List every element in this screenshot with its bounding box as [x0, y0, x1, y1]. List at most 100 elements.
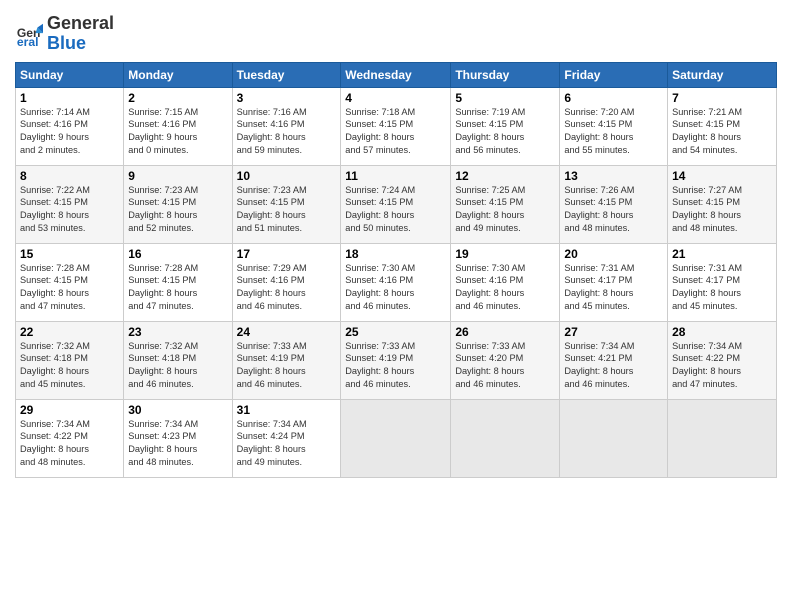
- day-cell: 6Sunrise: 7:20 AM Sunset: 4:15 PM Daylig…: [560, 87, 668, 165]
- day-cell: 12Sunrise: 7:25 AM Sunset: 4:15 PM Dayli…: [451, 165, 560, 243]
- day-number: 10: [237, 169, 337, 183]
- day-cell: 30Sunrise: 7:34 AM Sunset: 4:23 PM Dayli…: [124, 399, 232, 477]
- day-number: 31: [237, 403, 337, 417]
- day-cell: [560, 399, 668, 477]
- day-info: Sunrise: 7:34 AM Sunset: 4:24 PM Dayligh…: [237, 418, 337, 470]
- day-cell: 15Sunrise: 7:28 AM Sunset: 4:15 PM Dayli…: [16, 243, 124, 321]
- day-info: Sunrise: 7:22 AM Sunset: 4:15 PM Dayligh…: [20, 184, 119, 236]
- day-info: Sunrise: 7:32 AM Sunset: 4:18 PM Dayligh…: [20, 340, 119, 392]
- day-cell: 22Sunrise: 7:32 AM Sunset: 4:18 PM Dayli…: [16, 321, 124, 399]
- day-cell: 16Sunrise: 7:28 AM Sunset: 4:15 PM Dayli…: [124, 243, 232, 321]
- day-info: Sunrise: 7:31 AM Sunset: 4:17 PM Dayligh…: [672, 262, 772, 314]
- day-info: Sunrise: 7:23 AM Sunset: 4:15 PM Dayligh…: [237, 184, 337, 236]
- day-cell: 31Sunrise: 7:34 AM Sunset: 4:24 PM Dayli…: [232, 399, 341, 477]
- day-cell: 19Sunrise: 7:30 AM Sunset: 4:16 PM Dayli…: [451, 243, 560, 321]
- day-number: 5: [455, 91, 555, 105]
- week-row-4: 22Sunrise: 7:32 AM Sunset: 4:18 PM Dayli…: [16, 321, 777, 399]
- day-info: Sunrise: 7:20 AM Sunset: 4:15 PM Dayligh…: [564, 106, 663, 158]
- col-header-saturday: Saturday: [668, 62, 777, 87]
- header: Gen eral General Blue: [15, 10, 777, 54]
- day-number: 19: [455, 247, 555, 261]
- day-info: Sunrise: 7:31 AM Sunset: 4:17 PM Dayligh…: [564, 262, 663, 314]
- day-cell: 26Sunrise: 7:33 AM Sunset: 4:20 PM Dayli…: [451, 321, 560, 399]
- day-number: 27: [564, 325, 663, 339]
- logo-icon: Gen eral: [15, 20, 43, 48]
- day-number: 6: [564, 91, 663, 105]
- day-number: 24: [237, 325, 337, 339]
- day-number: 23: [128, 325, 227, 339]
- logo: Gen eral General Blue: [15, 14, 114, 54]
- week-row-5: 29Sunrise: 7:34 AM Sunset: 4:22 PM Dayli…: [16, 399, 777, 477]
- day-cell: [451, 399, 560, 477]
- day-info: Sunrise: 7:14 AM Sunset: 4:16 PM Dayligh…: [20, 106, 119, 158]
- day-cell: [341, 399, 451, 477]
- day-info: Sunrise: 7:25 AM Sunset: 4:15 PM Dayligh…: [455, 184, 555, 236]
- day-cell: 9Sunrise: 7:23 AM Sunset: 4:15 PM Daylig…: [124, 165, 232, 243]
- day-number: 17: [237, 247, 337, 261]
- day-cell: 28Sunrise: 7:34 AM Sunset: 4:22 PM Dayli…: [668, 321, 777, 399]
- logo-text: General Blue: [47, 14, 114, 54]
- day-cell: 4Sunrise: 7:18 AM Sunset: 4:15 PM Daylig…: [341, 87, 451, 165]
- day-number: 3: [237, 91, 337, 105]
- day-number: 8: [20, 169, 119, 183]
- column-headers: SundayMondayTuesdayWednesdayThursdayFrid…: [16, 62, 777, 87]
- week-row-3: 15Sunrise: 7:28 AM Sunset: 4:15 PM Dayli…: [16, 243, 777, 321]
- day-number: 28: [672, 325, 772, 339]
- day-number: 18: [345, 247, 446, 261]
- day-cell: 5Sunrise: 7:19 AM Sunset: 4:15 PM Daylig…: [451, 87, 560, 165]
- day-cell: 1Sunrise: 7:14 AM Sunset: 4:16 PM Daylig…: [16, 87, 124, 165]
- day-cell: 14Sunrise: 7:27 AM Sunset: 4:15 PM Dayli…: [668, 165, 777, 243]
- day-info: Sunrise: 7:32 AM Sunset: 4:18 PM Dayligh…: [128, 340, 227, 392]
- day-cell: 10Sunrise: 7:23 AM Sunset: 4:15 PM Dayli…: [232, 165, 341, 243]
- day-info: Sunrise: 7:34 AM Sunset: 4:21 PM Dayligh…: [564, 340, 663, 392]
- day-info: Sunrise: 7:28 AM Sunset: 4:15 PM Dayligh…: [20, 262, 119, 314]
- col-header-sunday: Sunday: [16, 62, 124, 87]
- day-info: Sunrise: 7:30 AM Sunset: 4:16 PM Dayligh…: [345, 262, 446, 314]
- day-info: Sunrise: 7:18 AM Sunset: 4:15 PM Dayligh…: [345, 106, 446, 158]
- day-info: Sunrise: 7:34 AM Sunset: 4:23 PM Dayligh…: [128, 418, 227, 470]
- day-cell: 7Sunrise: 7:21 AM Sunset: 4:15 PM Daylig…: [668, 87, 777, 165]
- day-number: 7: [672, 91, 772, 105]
- day-number: 30: [128, 403, 227, 417]
- day-number: 29: [20, 403, 119, 417]
- day-info: Sunrise: 7:34 AM Sunset: 4:22 PM Dayligh…: [672, 340, 772, 392]
- day-number: 25: [345, 325, 446, 339]
- day-info: Sunrise: 7:29 AM Sunset: 4:16 PM Dayligh…: [237, 262, 337, 314]
- week-row-1: 1Sunrise: 7:14 AM Sunset: 4:16 PM Daylig…: [16, 87, 777, 165]
- day-number: 11: [345, 169, 446, 183]
- day-cell: 27Sunrise: 7:34 AM Sunset: 4:21 PM Dayli…: [560, 321, 668, 399]
- col-header-tuesday: Tuesday: [232, 62, 341, 87]
- day-number: 15: [20, 247, 119, 261]
- day-cell: 24Sunrise: 7:33 AM Sunset: 4:19 PM Dayli…: [232, 321, 341, 399]
- day-info: Sunrise: 7:33 AM Sunset: 4:19 PM Dayligh…: [237, 340, 337, 392]
- day-number: 14: [672, 169, 772, 183]
- day-info: Sunrise: 7:33 AM Sunset: 4:19 PM Dayligh…: [345, 340, 446, 392]
- calendar-table: SundayMondayTuesdayWednesdayThursdayFrid…: [15, 62, 777, 478]
- day-number: 16: [128, 247, 227, 261]
- day-number: 20: [564, 247, 663, 261]
- day-info: Sunrise: 7:27 AM Sunset: 4:15 PM Dayligh…: [672, 184, 772, 236]
- day-cell: 25Sunrise: 7:33 AM Sunset: 4:19 PM Dayli…: [341, 321, 451, 399]
- day-cell: 11Sunrise: 7:24 AM Sunset: 4:15 PM Dayli…: [341, 165, 451, 243]
- col-header-friday: Friday: [560, 62, 668, 87]
- day-cell: [668, 399, 777, 477]
- day-info: Sunrise: 7:33 AM Sunset: 4:20 PM Dayligh…: [455, 340, 555, 392]
- day-cell: 21Sunrise: 7:31 AM Sunset: 4:17 PM Dayli…: [668, 243, 777, 321]
- day-info: Sunrise: 7:16 AM Sunset: 4:16 PM Dayligh…: [237, 106, 337, 158]
- day-number: 21: [672, 247, 772, 261]
- day-info: Sunrise: 7:26 AM Sunset: 4:15 PM Dayligh…: [564, 184, 663, 236]
- col-header-thursday: Thursday: [451, 62, 560, 87]
- day-info: Sunrise: 7:28 AM Sunset: 4:15 PM Dayligh…: [128, 262, 227, 314]
- page-container: Gen eral General Blue SundayMondayTuesda…: [0, 0, 792, 483]
- day-info: Sunrise: 7:34 AM Sunset: 4:22 PM Dayligh…: [20, 418, 119, 470]
- day-info: Sunrise: 7:21 AM Sunset: 4:15 PM Dayligh…: [672, 106, 772, 158]
- day-info: Sunrise: 7:19 AM Sunset: 4:15 PM Dayligh…: [455, 106, 555, 158]
- calendar-body: 1Sunrise: 7:14 AM Sunset: 4:16 PM Daylig…: [16, 87, 777, 477]
- day-cell: 13Sunrise: 7:26 AM Sunset: 4:15 PM Dayli…: [560, 165, 668, 243]
- day-cell: 20Sunrise: 7:31 AM Sunset: 4:17 PM Dayli…: [560, 243, 668, 321]
- day-cell: 8Sunrise: 7:22 AM Sunset: 4:15 PM Daylig…: [16, 165, 124, 243]
- day-number: 12: [455, 169, 555, 183]
- day-number: 13: [564, 169, 663, 183]
- day-number: 2: [128, 91, 227, 105]
- col-header-monday: Monday: [124, 62, 232, 87]
